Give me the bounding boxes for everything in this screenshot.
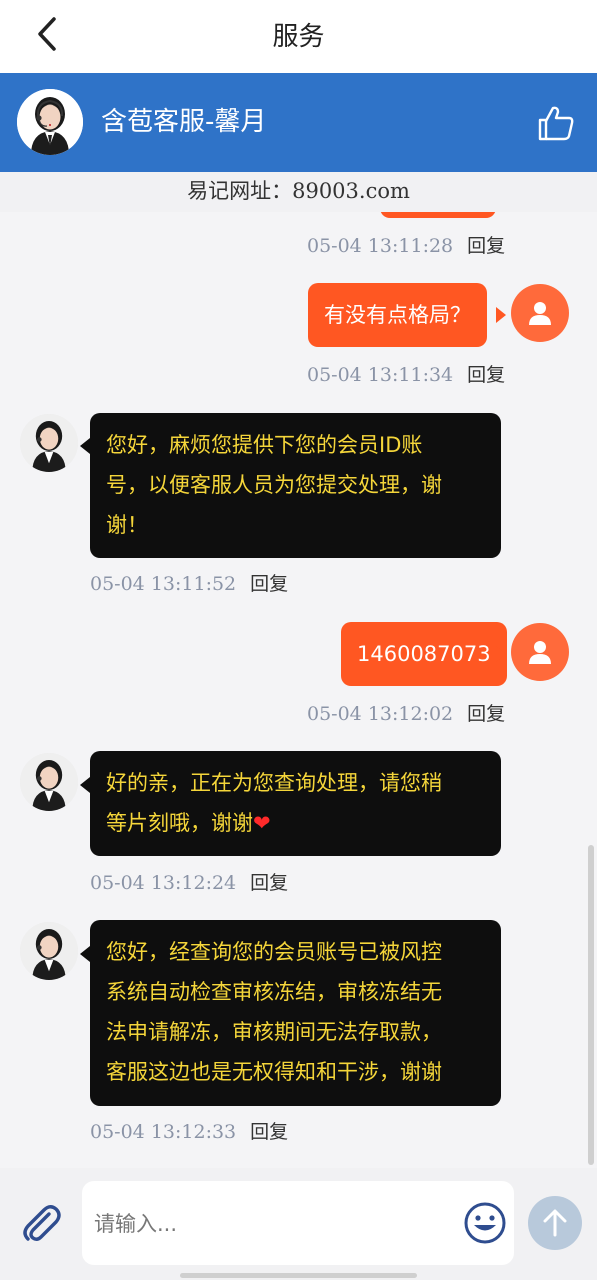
thumbs-up-icon [538, 106, 574, 141]
chat-scrollbar[interactable] [588, 845, 594, 1165]
attach-button[interactable] [18, 1200, 66, 1248]
agent-avatar[interactable] [17, 89, 83, 155]
reply-link[interactable]: 回复 [467, 703, 505, 725]
message-line: 系统自动检查审核冻结，审核冻结无 [106, 980, 442, 1004]
message-meta: 05-04 13:12:24 回复 [90, 868, 288, 895]
reply-link[interactable]: 回复 [250, 1121, 288, 1142]
message-line: 客服这边也是无权得知和干涉，谢谢 [106, 1060, 442, 1084]
message-meta: 05-04 13:11:52 回复 [90, 569, 288, 596]
agent-avatar-illustration [20, 414, 78, 472]
message-meta: 05-04 13:12:02 回复 [307, 699, 505, 726]
message-meta: 05-04 13:11:28 回复 [307, 231, 505, 258]
agent-avatar[interactable] [20, 753, 78, 811]
message-time: 05-04 13:11:34 [307, 364, 454, 386]
message-meta: 05-04 13:11:34 回复 [307, 360, 505, 387]
message-line: 谢！ [106, 513, 148, 537]
user-avatar[interactable] [511, 284, 569, 342]
send-button[interactable] [528, 1196, 582, 1250]
agent-avatar[interactable] [20, 414, 78, 472]
agent-avatar-illustration [17, 89, 83, 155]
user-avatar[interactable] [511, 623, 569, 681]
agent-avatar[interactable] [20, 922, 78, 980]
outgoing-message-bubble: 1460087073 [341, 622, 507, 686]
composer-bar [0, 1168, 597, 1280]
reply-link[interactable]: 回复 [467, 235, 505, 257]
user-icon [529, 302, 551, 325]
message-line: 号，以便客服人员为您提交处理，谢 [106, 473, 442, 497]
previous-message-bubble [380, 212, 496, 218]
outgoing-message-bubble: 有没有点格局？ [308, 283, 487, 347]
arrow-up-icon [543, 1209, 567, 1237]
incoming-message-bubble: 您好，麻烦您提供下您的会员ID账 号，以便客服人员为您提交处理，谢 谢！ [90, 413, 501, 558]
bubble-tail [80, 777, 90, 793]
agent-avatar-illustration [20, 922, 78, 980]
message-line: 您好，麻烦您提供下您的会员ID账 [106, 433, 423, 457]
page-title: 服务 [272, 22, 325, 52]
message-time: 05-04 13:11:52 [90, 573, 237, 595]
bubble-tail [80, 946, 90, 962]
message-time: 05-04 13:12:02 [307, 703, 454, 725]
agent-avatar-illustration [20, 753, 78, 811]
message-line: 好的亲，正在为您查询处理，请您稍 [106, 771, 442, 795]
message-line: 您好，经查询您的会员账号已被风控 [106, 940, 442, 964]
emoji-button[interactable] [463, 1201, 507, 1245]
chat-log[interactable]: 05-04 13:11:28 回复 有没有点格局？ 05-04 13:11:34 回… [0, 212, 597, 1142]
heart-emoji: ❤ [253, 811, 271, 835]
home-indicator [180, 1273, 417, 1278]
reply-link[interactable]: 回复 [467, 364, 505, 386]
message-meta: 05-04 13:12:33 回复 [90, 1117, 288, 1142]
agent-header: 含苞客服-馨月 [0, 73, 597, 172]
message-line-text: 等片刻哦，谢谢 [106, 811, 253, 835]
reply-link[interactable]: 回复 [250, 872, 288, 894]
like-button[interactable] [536, 103, 576, 143]
message-line: 法申请解冻，审核期间无法存取款， [106, 1020, 442, 1044]
top-nav-bar: 服务 [0, 0, 597, 73]
message-line: 等片刻哦，谢谢❤ [106, 803, 485, 843]
message-time: 05-04 13:12:33 [90, 1121, 237, 1142]
user-icon [529, 641, 551, 664]
bubble-tail [496, 307, 506, 323]
agent-name: 含苞客服-馨月 [101, 107, 267, 137]
bubble-tail [80, 438, 90, 454]
site-notice: 易记网址：89003.com [0, 172, 597, 212]
incoming-message-bubble: 您好，经查询您的会员账号已被风控 系统自动检查审核冻结，审核冻结无 法申请解冻，… [90, 920, 501, 1106]
paperclip-icon [23, 1205, 61, 1241]
incoming-message-bubble: 好的亲，正在为您查询处理，请您稍 等片刻哦，谢谢❤ [90, 751, 501, 856]
message-time: 05-04 13:12:24 [90, 872, 237, 894]
reply-link[interactable]: 回复 [250, 573, 288, 595]
smile-icon [464, 1202, 506, 1244]
message-time: 05-04 13:11:28 [307, 235, 454, 257]
bubble-tail [496, 646, 506, 662]
message-input-box [82, 1181, 514, 1265]
message-input[interactable] [92, 1201, 456, 1247]
